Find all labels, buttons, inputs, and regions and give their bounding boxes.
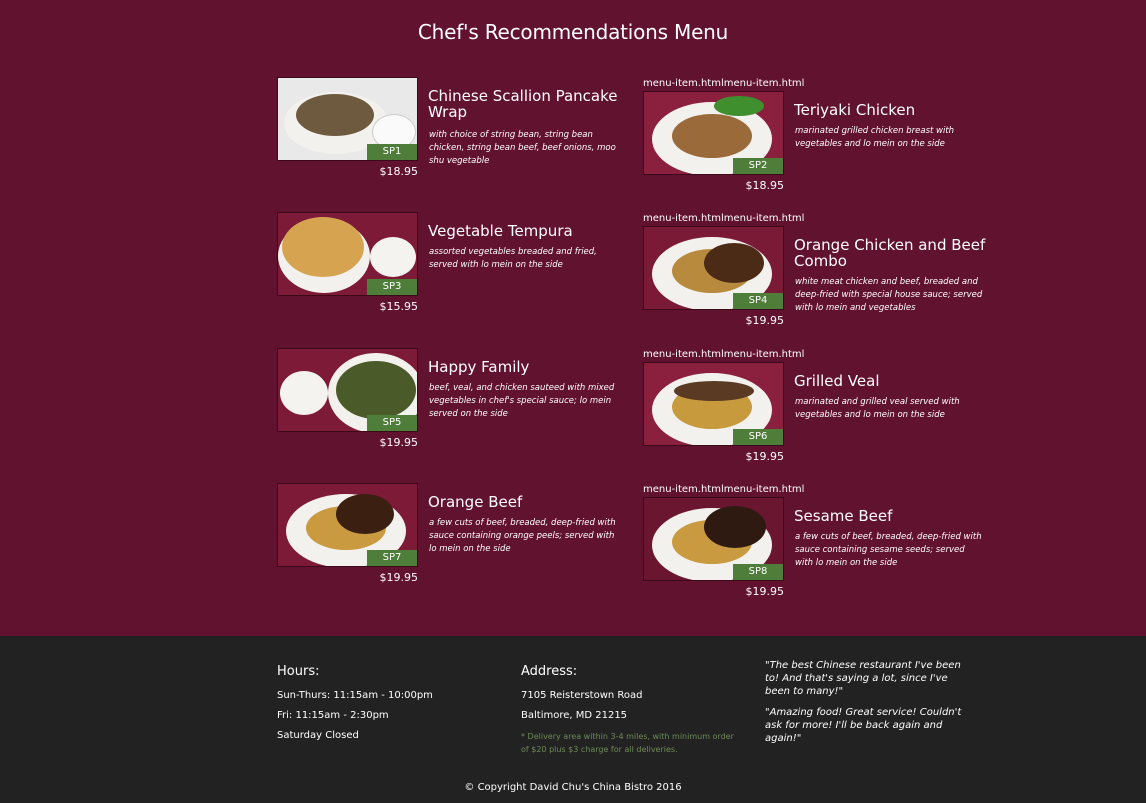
item-name[interactable]: Orange Beef [428, 494, 623, 510]
testimonials-section: "The best Chinese restaurant I've been t… [765, 659, 975, 753]
menu-item-sp5[interactable]: SP5 $19.95 Happy Family beef, veal, and … [277, 348, 627, 468]
item-code-badge: SP5 [367, 415, 417, 431]
dish-photo[interactable]: SP8 [643, 497, 784, 581]
item-name[interactable]: Chinese Scallion Pancake Wrap [428, 88, 623, 120]
vegetable-image [714, 96, 764, 116]
item-code-badge: SP2 [733, 158, 783, 174]
copyright-text: © Copyright David Chu's China Bistro 201… [464, 782, 682, 793]
meat-image [704, 243, 764, 283]
dish-photo[interactable]: SP1 [277, 77, 418, 161]
menu-item-sp4[interactable]: menu-item.htmlmenu-item.html SP4 $19.95 … [643, 213, 993, 346]
item-description: a few cuts of beef, breaded, deep-fried … [429, 518, 616, 554]
hours-section: Hours: Sun-Thurs: 11:15am - 10:00pm Fri:… [277, 664, 433, 750]
hours-line: Fri: 11:15am - 2:30pm [277, 710, 389, 721]
meat-image [336, 494, 394, 534]
item-code-badge: SP8 [733, 564, 783, 580]
item-name[interactable]: Vegetable Tempura [428, 223, 623, 239]
item-description: beef, veal, and chicken sauteed with mix… [429, 383, 615, 419]
stray-link-text: menu-item.htmlmenu-item.html [643, 213, 805, 224]
dish-photo[interactable]: SP7 [277, 483, 418, 567]
item-description: a few cuts of beef, breaded, deep-fried … [795, 532, 982, 568]
stray-link-text: menu-item.htmlmenu-item.html [643, 484, 805, 495]
item-name[interactable]: Teriyaki Chicken [794, 102, 989, 118]
food-image [282, 217, 364, 277]
item-code-badge: SP6 [733, 429, 783, 445]
delivery-note: * Delivery area within 3-4 miles, with m… [521, 732, 734, 754]
dish-photo[interactable]: SP2 [643, 91, 784, 175]
footer: Hours: Sun-Thurs: 11:15am - 10:00pm Fri:… [0, 636, 1146, 803]
item-code-badge: SP4 [733, 293, 783, 309]
item-description: with choice of string bean, string bean … [429, 130, 616, 166]
address-line: Baltimore, MD 21215 [521, 710, 628, 721]
item-description: marinated grilled chicken breast with ve… [795, 126, 955, 149]
food-image [336, 361, 416, 419]
menu-item-sp2[interactable]: menu-item.htmlmenu-item.html SP2 $18.95 … [643, 78, 993, 211]
food-image [296, 94, 374, 136]
meat-image [674, 381, 754, 401]
item-name[interactable]: Orange Chicken and Beef Combo [794, 237, 989, 269]
dish-photo[interactable]: SP6 [643, 362, 784, 446]
hours-line: Sun-Thurs: 11:15am - 10:00pm [277, 690, 433, 701]
testimonial-quote: "The best Chinese restaurant I've been t… [765, 660, 961, 697]
dish-photo[interactable]: SP4 [643, 226, 784, 310]
stray-link-text: menu-item.htmlmenu-item.html [643, 349, 805, 360]
menu-item-sp1[interactable]: SP1 $18.95 Chinese Scallion Pancake Wrap… [277, 77, 627, 197]
item-name[interactable]: Sesame Beef [794, 508, 989, 524]
side-dish-image [370, 237, 416, 277]
item-price: $19.95 [379, 571, 419, 584]
menu-item-sp8[interactable]: menu-item.htmlmenu-item.html SP8 $19.95 … [643, 484, 993, 617]
item-name[interactable]: Happy Family [428, 359, 623, 375]
item-code-badge: SP1 [367, 144, 417, 160]
dish-photo[interactable]: SP3 [277, 212, 418, 296]
item-price: $19.95 [745, 585, 785, 598]
item-price: $15.95 [379, 300, 419, 313]
item-price: $19.95 [745, 314, 785, 327]
item-code-badge: SP3 [367, 279, 417, 295]
menu-item-sp7[interactable]: SP7 $19.95 Orange Beef a few cuts of bee… [277, 483, 627, 603]
item-description: assorted vegetables breaded and fried, s… [429, 247, 597, 270]
item-price: $19.95 [379, 436, 419, 449]
stray-link-text: menu-item.htmlmenu-item.html [643, 78, 805, 89]
testimonial-quote: "Amazing food! Great service! Couldn't a… [765, 707, 962, 744]
item-description: marinated and grilled veal served with v… [795, 397, 960, 420]
address-line: 7105 Reisterstown Road [521, 690, 643, 701]
item-description: white meat chicken and beef, breaded and… [795, 277, 983, 313]
food-image [672, 114, 752, 158]
item-price: $18.95 [379, 165, 419, 178]
menu-item-sp6[interactable]: menu-item.htmlmenu-item.html SP6 $19.95 … [643, 349, 993, 482]
side-dish-image [280, 371, 328, 415]
hours-heading: Hours: [277, 664, 320, 679]
menu-item-sp3[interactable]: SP3 $15.95 Vegetable Tempura assorted ve… [277, 212, 627, 332]
dish-photo[interactable]: SP5 [277, 348, 418, 432]
item-code-badge: SP7 [367, 550, 417, 566]
hours-line: Saturday Closed [277, 730, 359, 741]
item-price: $18.95 [745, 179, 785, 192]
address-heading: Address: [521, 664, 578, 679]
item-price: $19.95 [745, 450, 785, 463]
page-title: Chef's Recommendations Menu [417, 20, 729, 44]
address-section: Address: 7105 Reisterstown Road Baltimor… [521, 664, 741, 756]
meat-image [704, 506, 766, 548]
item-name[interactable]: Grilled Veal [794, 373, 989, 389]
